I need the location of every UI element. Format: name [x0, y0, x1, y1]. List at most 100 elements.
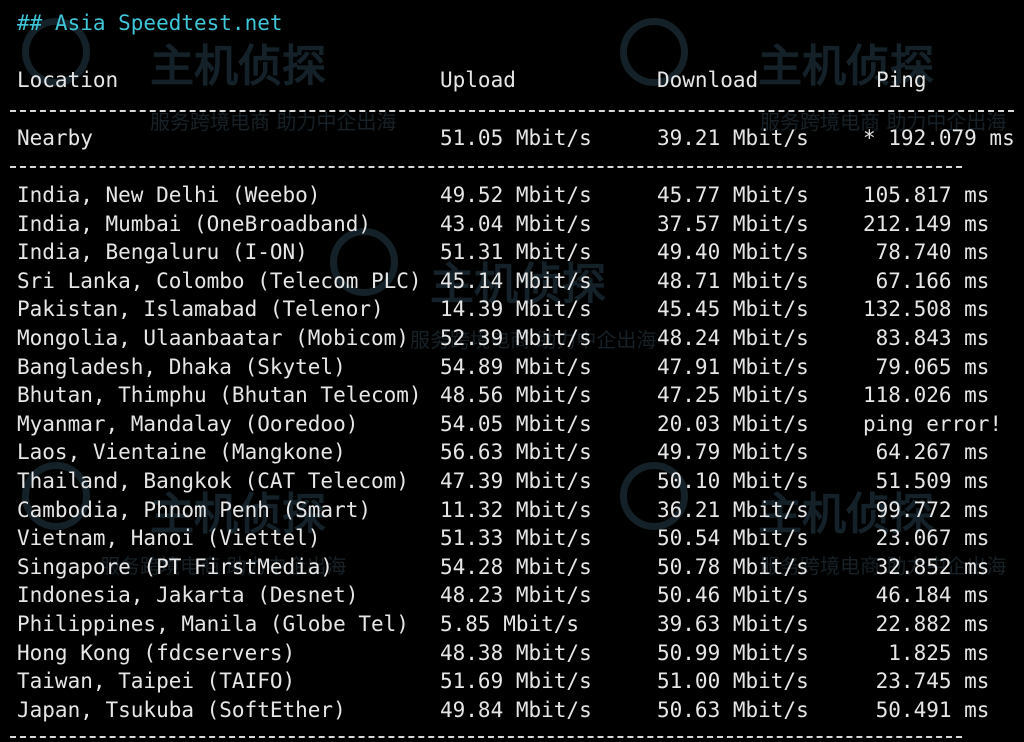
table-row: Taiwan, Taipei (TAIFO) 51.69 Mbit/s 51.00 …	[0, 667, 1024, 695]
table-row: Mongolia, Ulaanbaatar (Mobicom) 52.39 Mbi…	[0, 324, 1024, 352]
row-location: Bhutan, Thimphu (Bhutan Telecom)	[17, 383, 422, 408]
row-location: Philippines, Manila (Globe Tel)	[17, 612, 409, 636]
row-download: 49.40 Mbit/s	[657, 240, 809, 265]
table-row: Japan, Tsukuba (SoftEther) 49.84 Mbit/s 50…	[0, 696, 1024, 724]
table-row: Vietnam, Hanoi (Viettel) 51.33 Mbit/s 50.5…	[0, 524, 1024, 552]
row-download: 45.77 Mbit/s	[657, 183, 809, 207]
column-header-download: Download	[657, 68, 759, 92]
row-location: Laos, Vientaine (Mangkone)	[17, 440, 346, 465]
row-ping: 132.508 ms	[863, 297, 990, 322]
table-row: India, Mumbai (OneBroadband) 43.04 Mbit/s…	[0, 210, 1024, 238]
row-ping: 64.267 ms	[863, 440, 990, 465]
row-upload: 14.39 Mbit/s	[440, 297, 592, 322]
row-upload: 54.89 Mbit/s	[440, 354, 592, 379]
row-download: 50.10 Mbit/s	[657, 469, 809, 493]
row-ping: 67.166 ms	[863, 268, 990, 293]
table-row: Sri Lanka, Colombo (Telecom PLC) 45.14 Mb…	[0, 267, 1024, 295]
table-row: India, Bengaluru (I-ON) 51.31 Mbit/s 49.40…	[0, 238, 1024, 266]
row-download: 45.45 Mbit/s	[657, 297, 809, 322]
nearby-ping: * 192.079 ms	[863, 126, 1015, 150]
row-download: 47.91 Mbit/s	[657, 354, 809, 379]
table-row: Bhutan, Thimphu (Bhutan Telecom) 48.56 Mb…	[0, 381, 1024, 409]
row-download: 50.99 Mbit/s	[657, 640, 809, 665]
speedtest-title: ## Asia Speedtest.net	[17, 11, 283, 35]
row-location: Hong Kong (fdcservers)	[17, 640, 296, 665]
row-ping: 78.740 ms	[863, 240, 990, 265]
row-ping: 23.067 ms	[863, 526, 990, 551]
row-download: 47.25 Mbit/s	[657, 383, 809, 408]
row-upload: 52.39 Mbit/s	[440, 326, 592, 350]
row-upload: 5.85 Mbit/s	[440, 612, 580, 636]
row-upload: 49.52 Mbit/s	[440, 183, 592, 207]
row-ping: 23.745 ms	[863, 669, 990, 694]
row-upload: 48.23 Mbit/s	[440, 583, 592, 608]
row-location: India, Mumbai (OneBroadband)	[17, 211, 372, 236]
row-upload: 51.33 Mbit/s	[440, 526, 592, 551]
row-ping: ping error!	[863, 411, 1003, 436]
row-upload: 45.14 Mbit/s	[440, 268, 592, 293]
row-ping: 50.491 ms	[863, 697, 990, 722]
row-download: 50.54 Mbit/s	[657, 526, 809, 551]
row-ping: 212.149 ms	[863, 211, 990, 236]
table-row: Pakistan, Islamabad (Telenor) 14.39 Mbit/…	[0, 295, 1024, 323]
row-location: Taiwan, Taipei (TAIFO)	[17, 669, 296, 694]
row-location: Sri Lanka, Colombo (Telecom PLC)	[17, 268, 422, 293]
table-row: Thailand, Bangkok (CAT Telecom) 47.39 Mbi…	[0, 467, 1024, 495]
divider	[10, 736, 962, 738]
row-download: 50.78 Mbit/s	[657, 554, 809, 579]
row-ping: 22.882 ms	[863, 612, 990, 636]
row-download: 48.24 Mbit/s	[657, 326, 809, 350]
table-row: Singapore (PT FirstMedia) 54.28 Mbit/s 50.…	[0, 553, 1024, 581]
table-row: Laos, Vientaine (Mangkone) 56.63 Mbit/s 49…	[0, 438, 1024, 466]
row-ping: 99.772 ms	[863, 497, 990, 522]
table-row: Hong Kong (fdcservers) 48.38 Mbit/s 50.99 …	[0, 639, 1024, 667]
row-ping: 105.817 ms	[863, 183, 990, 207]
row-ping: 32.852 ms	[863, 554, 990, 579]
row-upload: 48.56 Mbit/s	[440, 383, 592, 408]
row-download: 50.63 Mbit/s	[657, 697, 809, 722]
row-location: Bangladesh, Dhaka (Skytel)	[17, 354, 346, 379]
row-ping: 1.825 ms	[863, 640, 990, 665]
table-row: Bangladesh, Dhaka (Skytel) 54.89 Mbit/s 47…	[0, 353, 1024, 381]
row-ping: 118.026 ms	[863, 383, 990, 408]
row-location: Myanmar, Mandalay (Ooredoo)	[17, 411, 359, 436]
nearby-upload: 51.05 Mbit/s	[440, 126, 592, 150]
row-location: Mongolia, Ulaanbaatar (Mobicom)	[17, 326, 409, 350]
row-ping: 46.184 ms	[863, 583, 990, 608]
row-location: Singapore (PT FirstMedia)	[17, 554, 334, 579]
row-upload: 48.38 Mbit/s	[440, 640, 592, 665]
row-ping: 51.509 ms	[863, 469, 990, 493]
table-row: India, New Delhi (Weebo) 49.52 Mbit/s 45.7…	[0, 181, 1024, 209]
divider	[10, 110, 1014, 112]
row-upload: 54.28 Mbit/s	[440, 554, 592, 579]
row-upload: 56.63 Mbit/s	[440, 440, 592, 465]
row-location: Cambodia, Phnom Penh (Smart)	[17, 497, 372, 522]
row-location: Thailand, Bangkok (CAT Telecom)	[17, 469, 409, 493]
table-row: Cambodia, Phnom Penh (Smart) 11.32 Mbit/s…	[0, 496, 1024, 524]
row-download: 39.63 Mbit/s	[657, 612, 809, 636]
row-location: Pakistan, Islamabad (Telenor)	[17, 297, 384, 322]
divider	[10, 166, 962, 168]
row-ping: 83.843 ms	[863, 326, 990, 350]
row-location: Indonesia, Jakarta (Desnet)	[17, 583, 359, 608]
title-line: ## Asia Speedtest.net	[0, 9, 283, 37]
row-upload: 11.32 Mbit/s	[440, 497, 592, 522]
row-location: Japan, Tsukuba (SoftEther)	[17, 697, 346, 722]
row-download: 49.79 Mbit/s	[657, 440, 809, 465]
row-location: India, New Delhi (Weebo)	[17, 183, 321, 207]
row-download: 51.00 Mbit/s	[657, 669, 809, 694]
row-upload: 49.84 Mbit/s	[440, 697, 592, 722]
column-header-upload: Upload	[440, 68, 516, 92]
row-upload: 54.05 Mbit/s	[440, 411, 592, 436]
row-location: India, Bengaluru (I-ON)	[17, 240, 308, 265]
nearby-location: Nearby	[17, 126, 93, 150]
table-row: Philippines, Manila (Globe Tel) 5.85 Mbit…	[0, 610, 1024, 638]
row-download: 20.03 Mbit/s	[657, 411, 809, 436]
nearby-row: Nearby 51.05 Mbit/s 39.21 Mbit/s * 192.0…	[0, 124, 1024, 152]
nearby-download: 39.21 Mbit/s	[657, 126, 809, 150]
row-ping: 79.065 ms	[863, 354, 990, 379]
row-download: 37.57 Mbit/s	[657, 211, 809, 236]
row-download: 36.21 Mbit/s	[657, 497, 809, 522]
terminal-window: 主机侦探 服务跨境电商 助力中企出海 主机侦探 服务跨境电商 助力中企出海 主机…	[0, 0, 1024, 742]
row-upload: 43.04 Mbit/s	[440, 211, 592, 236]
